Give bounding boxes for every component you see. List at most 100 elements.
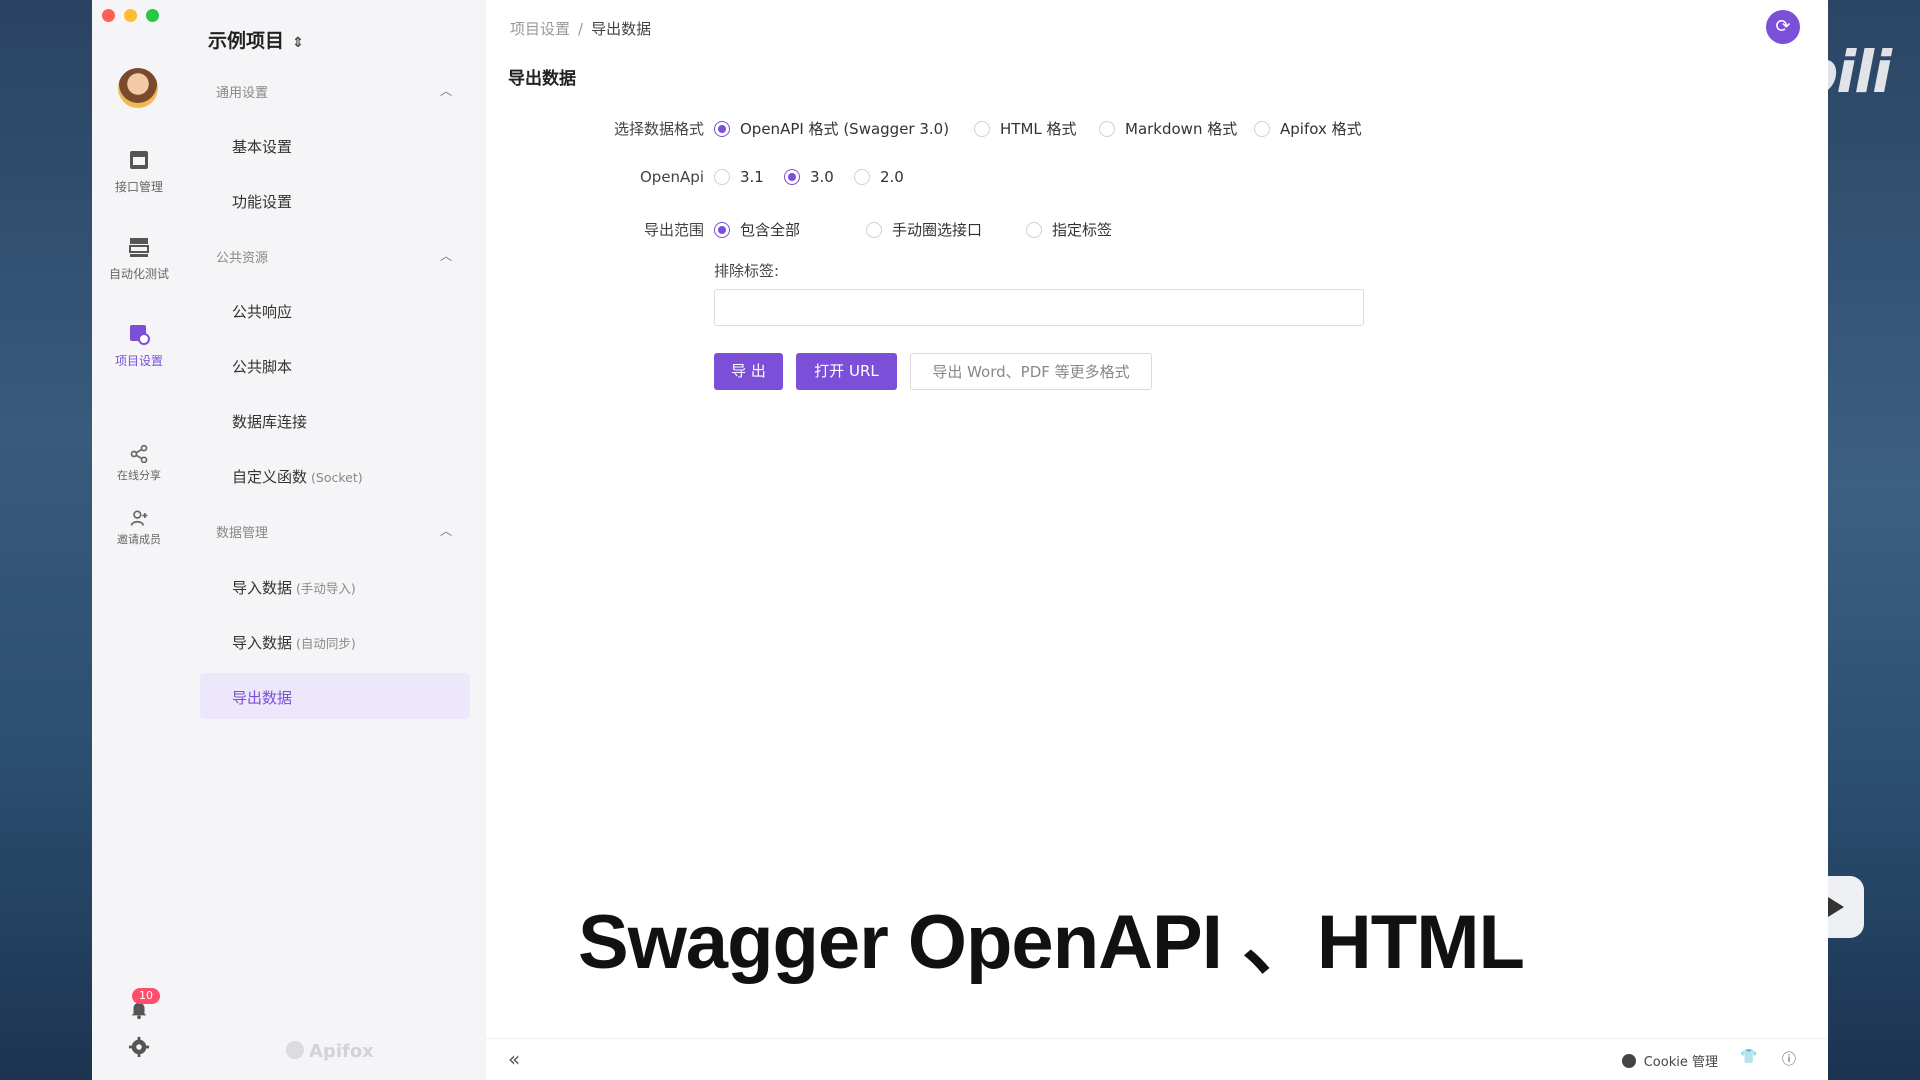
menu-item-custom-function[interactable]: 自定义函数 (Socket) xyxy=(232,466,363,487)
breadcrumb-parent[interactable]: 项目设置 xyxy=(510,20,570,38)
automation-test-icon xyxy=(129,238,149,257)
radio-openapi-3-0[interactable]: 3.0 xyxy=(784,168,834,186)
menu-item-label: 数据库连接 xyxy=(232,413,308,431)
help-icon[interactable]: ⓘ xyxy=(1780,1049,1798,1068)
menu-item-shared-response[interactable]: 公共响应 xyxy=(232,301,292,322)
menu-item-sublabel: (自动同步) xyxy=(296,636,356,651)
collapse-sidebar-icon[interactable]: « xyxy=(508,1047,520,1071)
menu-group-general[interactable]: 通用设置 ︿ xyxy=(216,82,452,101)
radio-scope-all[interactable]: 包含全部 xyxy=(714,219,800,240)
menu-item-import-sync[interactable]: 导入数据 (自动同步) xyxy=(232,632,356,653)
openapi-version-label: OpenApi xyxy=(639,168,704,186)
invite-member-icon xyxy=(130,510,148,526)
project-name: 示例项目 xyxy=(208,30,285,52)
radio-format-markdown[interactable]: Markdown 格式 xyxy=(1099,118,1237,139)
radio-icon xyxy=(866,222,882,238)
gear-icon[interactable] xyxy=(128,1036,150,1058)
menu-group-label: 通用设置 xyxy=(216,86,269,101)
rail-item-invite[interactable]: 邀请成员 xyxy=(92,508,186,547)
open-url-button[interactable]: 打开 URL xyxy=(796,353,897,390)
apifox-logo: Apifox xyxy=(286,1041,374,1062)
menu-item-feature-settings[interactable]: 功能设置 xyxy=(232,191,292,212)
menu-item-label: 导入数据 xyxy=(232,579,293,597)
radio-openapi-2-0[interactable]: 2.0 xyxy=(854,168,904,186)
rail-item-api-management[interactable]: 接口管理 xyxy=(92,148,186,195)
menu-item-label: 自定义函数 xyxy=(232,468,308,486)
radio-label: HTML 格式 xyxy=(1000,120,1077,138)
rail-item-label: 在线分享 xyxy=(117,469,161,482)
radio-format-html[interactable]: HTML 格式 xyxy=(974,118,1077,139)
radio-icon xyxy=(854,169,870,185)
menu-item-basic-settings[interactable]: 基本设置 xyxy=(232,136,292,157)
video-subtitle: Swagger OpenAPI 、HTML xyxy=(578,900,1525,985)
radio-openapi-3-1[interactable]: 3.1 xyxy=(714,168,764,186)
export-scope-label: 导出范围 xyxy=(643,221,704,239)
menu-group-label: 数据管理 xyxy=(216,526,269,541)
rail-item-automation-test[interactable]: 自动化测试 xyxy=(92,235,186,282)
project-switcher[interactable]: 示例项目 ⇕ xyxy=(208,26,304,53)
menu-item-sublabel: (手动导入) xyxy=(296,581,356,596)
radio-format-openapi[interactable]: OpenAPI 格式 (Swagger 3.0) xyxy=(714,118,949,139)
menu-item-import-manual[interactable]: 导入数据 (手动导入) xyxy=(232,577,356,598)
minimize-window-button[interactable] xyxy=(124,9,137,22)
menu-item-sublabel: (Socket) xyxy=(311,470,363,485)
maximize-window-button[interactable] xyxy=(146,9,159,22)
share-icon xyxy=(130,444,148,464)
cookie-icon xyxy=(1621,1054,1636,1068)
page-title: 导出数据 xyxy=(508,69,576,89)
sync-button[interactable]: ⟳ xyxy=(1766,10,1800,44)
radio-label: 包含全部 xyxy=(740,221,801,239)
radio-label: 3.0 xyxy=(810,168,834,186)
rail-item-project-settings[interactable]: 项目设置 xyxy=(92,322,186,369)
chevron-up-icon: ︿ xyxy=(439,84,452,98)
project-settings-icon xyxy=(130,325,150,345)
radio-label: OpenAPI 格式 (Swagger 3.0) xyxy=(740,120,950,138)
rail-item-label: 项目设置 xyxy=(114,354,163,368)
menu-group-shared-resources[interactable]: 公共资源 ︿ xyxy=(216,247,452,266)
radio-icon xyxy=(1099,121,1115,137)
shirt-icon[interactable]: 👕 xyxy=(1740,1049,1758,1067)
radio-selected-icon xyxy=(714,222,730,238)
menu-item-label: 导出数据 xyxy=(232,689,293,707)
close-window-button[interactable] xyxy=(102,9,115,22)
refresh-icon: ⟳ xyxy=(1775,16,1791,37)
menu-item-label: 基本设置 xyxy=(232,138,293,156)
avatar[interactable] xyxy=(118,68,158,108)
cookie-settings-button[interactable]: Cookie 管理 xyxy=(1621,1051,1718,1070)
menu-item-shared-script[interactable]: 公共脚本 xyxy=(232,356,292,377)
chevron-up-icon: ︿ xyxy=(439,249,452,263)
rail-item-share[interactable]: 在线分享 xyxy=(92,444,186,483)
desktop-background-left xyxy=(0,0,92,1080)
window-controls xyxy=(102,9,159,22)
icon-rail: 接口管理 自动化测试 项目设置 在线分享 邀请成员 10 xyxy=(92,0,186,1080)
brand-name: Apifox xyxy=(309,1041,374,1062)
radio-icon xyxy=(1026,222,1042,238)
chevron-up-icon: ︿ xyxy=(439,524,452,538)
radio-scope-tags[interactable]: 指定标签 xyxy=(1026,219,1112,240)
radio-icon xyxy=(714,169,730,185)
exclude-tags-label: 排除标签: xyxy=(714,262,780,280)
menu-item-label: 功能设置 xyxy=(232,193,293,211)
apifox-logo-icon xyxy=(286,1041,304,1059)
menu-group-data-management[interactable]: 数据管理 ︿ xyxy=(216,522,452,541)
api-management-icon xyxy=(130,151,148,169)
menu-item-label: 导入数据 xyxy=(232,634,293,652)
notification-badge: 10 xyxy=(132,988,160,1004)
settings-menu: 示例项目 ⇕ 通用设置 ︿ 基本设置 功能设置 公共资源 ︿ 公共响应 公共脚本 … xyxy=(186,0,486,1080)
radio-scope-manual[interactable]: 手动圈选接口 xyxy=(866,219,982,240)
breadcrumb-separator: / xyxy=(578,20,584,38)
main-content: 项目设置 / 导出数据 ⟳ 导出数据 选择数据格式 OpenAPI 格式 (Swag… xyxy=(486,0,1828,1080)
breadcrumb: 项目设置 / 导出数据 xyxy=(510,18,651,39)
radio-icon xyxy=(974,121,990,137)
exclude-tags-input[interactable] xyxy=(714,289,1364,326)
radio-icon xyxy=(1254,121,1270,137)
menu-item-label: 公共脚本 xyxy=(232,358,293,376)
format-label: 选择数据格式 xyxy=(613,120,704,138)
export-more-formats-button[interactable]: 导出 Word、PDF 等更多格式 xyxy=(910,353,1152,390)
menu-item-export-data[interactable]: 导出数据 xyxy=(232,687,292,708)
menu-item-database-connection[interactable]: 数据库连接 xyxy=(232,411,307,432)
export-button[interactable]: 导 出 xyxy=(714,353,783,390)
radio-label: 手动圈选接口 xyxy=(892,221,983,239)
radio-format-apifox[interactable]: Apifox 格式 xyxy=(1254,118,1362,139)
rail-item-label: 邀请成员 xyxy=(117,533,161,546)
